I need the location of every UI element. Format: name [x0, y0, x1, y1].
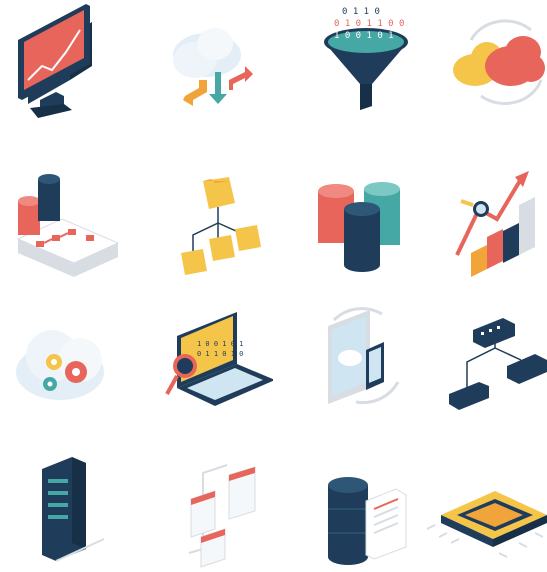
server-rack-icon	[0, 429, 136, 572]
svg-text:0 1 1 0 1 0: 0 1 1 0 1 0	[197, 350, 243, 358]
database-document-icon	[274, 429, 410, 572]
cloud-settings-icon	[0, 286, 136, 429]
processor-chip-icon	[411, 429, 547, 572]
network-switch-icon	[411, 286, 547, 429]
monitor-chart-icon	[0, 0, 136, 143]
data-funnel-icon: 0 1 0 1 1 0 0 1 1 0 0 1 0 1 0 1 1 0	[274, 0, 410, 143]
binary-text: 0 1 0 1 1 0 0 1	[334, 19, 410, 29]
svg-text:1 0 0 1 0 1: 1 0 0 1 0 1	[334, 31, 394, 41]
database-stack-icon	[274, 143, 410, 286]
svg-text:1 0 0 1 0 1: 1 0 0 1 0 1	[197, 340, 243, 348]
icon-grid: 0 1 0 1 1 0 0 1 1 0 0 1 0 1 0 1 1 0 1 0 …	[0, 0, 547, 572]
tablet-phone-cloud-sync-icon	[274, 286, 410, 429]
svg-text:0 1 1 0: 0 1 1 0	[342, 7, 380, 17]
cloud-transfer-icon	[137, 0, 273, 143]
laptop-binary-search-icon: 1 0 0 1 0 1 0 1 1 0 1 0	[137, 286, 273, 429]
growth-bar-chart-icon	[411, 143, 547, 286]
spreadsheet-hierarchy-icon	[137, 429, 273, 572]
folder-hierarchy-icon	[137, 143, 273, 286]
database-flowchart-icon	[0, 143, 136, 286]
cloud-sync-icon	[411, 0, 547, 143]
